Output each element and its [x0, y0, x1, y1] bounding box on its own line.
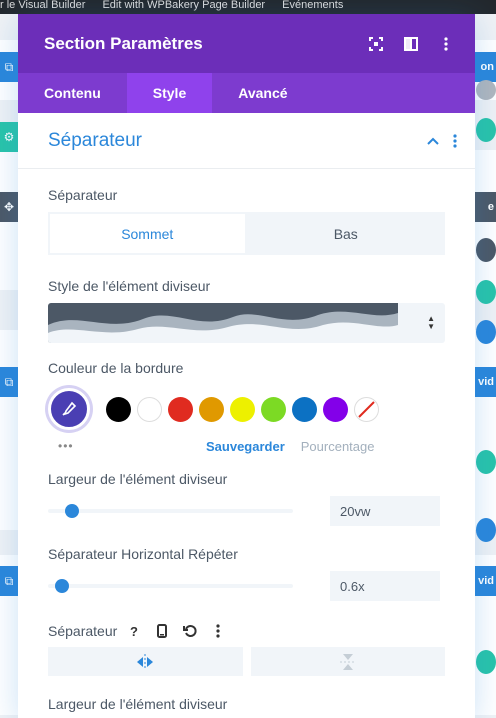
bg-dot: [476, 238, 496, 262]
bg-right-tab[interactable]: e: [474, 192, 496, 222]
more-options-icon[interactable]: [437, 35, 455, 53]
color-swatch[interactable]: [137, 396, 162, 422]
separator-position-toggle: Sommet Bas: [48, 212, 445, 255]
bg-section-icon[interactable]: ⧉: [0, 566, 18, 596]
separator-label: Séparateur: [48, 187, 118, 203]
color-swatch[interactable]: [106, 396, 131, 422]
admin-bar-item[interactable]: Edit with WPBakery Page Builder: [102, 0, 265, 11]
color-swatch[interactable]: [323, 396, 348, 422]
color-swatch[interactable]: [261, 396, 286, 422]
divider-width-label: Largeur de l'élément diviseur: [48, 471, 228, 487]
bg-gear-icon[interactable]: ⚙: [0, 122, 18, 152]
bg-dot: [476, 80, 496, 100]
reset-icon[interactable]: [179, 621, 201, 641]
tab-advanced[interactable]: Avancé: [212, 73, 313, 113]
bg-dot: [476, 650, 496, 674]
bg-section-icon[interactable]: ⧉: [0, 52, 18, 82]
no-color-icon[interactable]: [354, 396, 379, 422]
divider-width-range: 20vw: [48, 496, 445, 526]
bg-dot: [476, 320, 496, 344]
select-arrows-icon: ▲ ▼: [427, 314, 435, 331]
flip-vertical-icon: [339, 653, 356, 670]
color-swatch[interactable]: [199, 396, 224, 422]
flip-label-row: Séparateur ?: [48, 621, 445, 641]
divider-width-input[interactable]: 20vw: [330, 496, 440, 526]
split-view-icon[interactable]: [402, 35, 420, 53]
color-swatch[interactable]: [292, 396, 317, 422]
bg-dot: [476, 118, 496, 142]
settings-content: Séparateur Séparateur Sommet Bas Style d…: [18, 113, 475, 718]
percentage-link[interactable]: Pourcentage: [301, 439, 375, 454]
eyedropper-icon[interactable]: [48, 388, 90, 430]
bg-right-tab[interactable]: vid: [474, 367, 496, 397]
bg-dot: [476, 280, 496, 304]
more-icon[interactable]: [207, 621, 229, 641]
mobile-icon[interactable]: [151, 621, 173, 641]
horizontal-repeat-label: Séparateur Horizontal Répéter: [48, 546, 238, 562]
horizontal-repeat-input[interactable]: 0.6x: [330, 571, 440, 601]
range-track[interactable]: [48, 579, 293, 593]
color-swatch[interactable]: [168, 396, 193, 422]
admin-bar-item[interactable]: r le Visual Builder: [0, 0, 85, 11]
divider-style-select[interactable]: ▲ ▼: [48, 303, 445, 343]
bg-right-tab[interactable]: vid: [474, 566, 496, 596]
color-swatch[interactable]: [230, 396, 255, 422]
svg-text:?: ?: [130, 624, 138, 638]
bg-dot: [476, 450, 496, 474]
wp-admin-bar: r le Visual Builder Edit with WPBakery P…: [0, 0, 496, 14]
chevron-up-icon[interactable]: [427, 137, 439, 145]
range-track[interactable]: [48, 504, 293, 518]
modal-header[interactable]: Section Paramètres: [18, 14, 475, 73]
range-thumb[interactable]: [55, 579, 70, 593]
expand-icon[interactable]: [367, 35, 385, 53]
divider-style-label: Style de l'élément diviseur: [48, 278, 211, 294]
help-icon[interactable]: ?: [123, 621, 145, 641]
flip-label: Séparateur: [48, 623, 118, 639]
toggle-title: Séparateur: [48, 129, 143, 151]
wave-divider-preview: [48, 303, 398, 343]
bottom-option-button[interactable]: Bas: [246, 212, 445, 255]
bg-section-icon[interactable]: ⧉: [0, 367, 18, 397]
range-thumb[interactable]: [65, 504, 80, 518]
horizontal-repeat-range: 0.6x: [48, 571, 445, 601]
save-color-button[interactable]: Sauvegarder: [206, 439, 285, 454]
color-swatch-row: [48, 388, 445, 430]
more-colors-icon[interactable]: •••: [48, 439, 206, 453]
border-color-label: Couleur de la bordure: [48, 360, 184, 376]
toggle-header[interactable]: Séparateur: [18, 113, 475, 169]
bg-dot: [476, 518, 496, 542]
tab-style[interactable]: Style: [126, 73, 213, 113]
bg-move-icon[interactable]: ✥: [0, 192, 18, 222]
flip-horizontal-button[interactable]: [48, 647, 243, 676]
top-option-button[interactable]: Sommet: [48, 212, 247, 255]
toggle-more-icon[interactable]: [453, 133, 457, 148]
color-footer: ••• Sauvegarder Pourcentage: [48, 438, 445, 454]
flip-options: [48, 647, 445, 676]
modal-title: Section Paramètres: [44, 33, 203, 53]
tab-content[interactable]: Contenu: [18, 73, 127, 113]
flip-horizontal-icon: [137, 653, 154, 670]
next-divider-width-label: Largeur de l'élément diviseur: [48, 696, 228, 712]
tab-bar: Contenu Style Avancé: [18, 73, 475, 113]
flip-vertical-button[interactable]: [250, 647, 445, 676]
admin-bar-item[interactable]: Événements: [282, 0, 343, 11]
settings-modal: Section Paramètres Contenu Style Avancé …: [18, 14, 475, 718]
bg-right-tab[interactable]: on: [474, 52, 496, 82]
